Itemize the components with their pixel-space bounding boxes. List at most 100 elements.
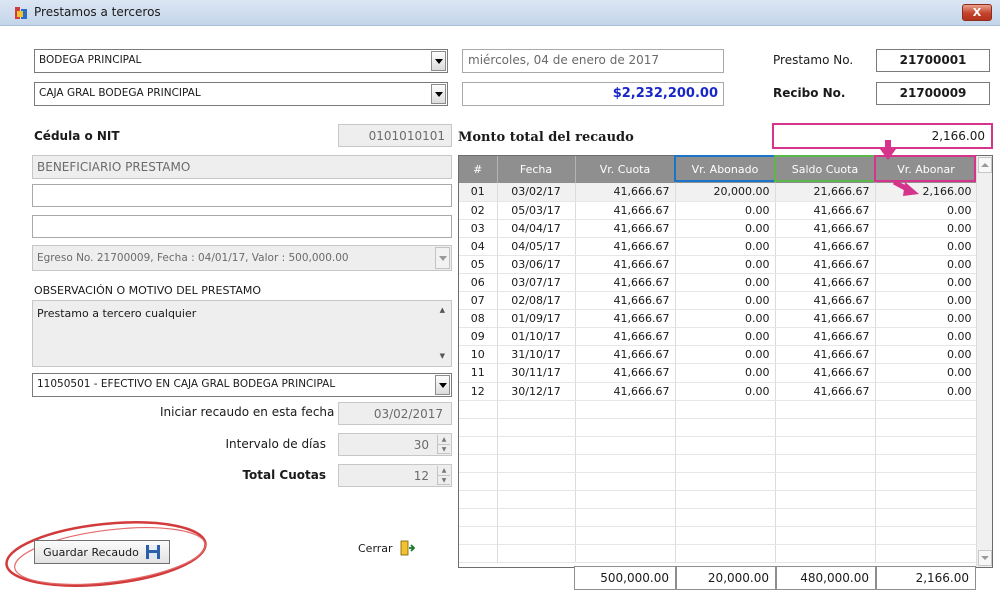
save-button[interactable]: Guardar Recaudo [34,540,170,564]
empty-cell [875,544,978,564]
table-cell: 03 [459,219,498,238]
table-cell[interactable]: 0.00 [875,201,978,220]
close-button[interactable]: Cerrar [358,540,415,556]
table-cell: 41,666.67 [775,201,876,220]
table-cell[interactable]: 0.00 [875,291,978,311]
empty-cell [775,544,876,564]
spin-arrows-icon[interactable]: ▲ ▼ [437,435,450,454]
column-header[interactable]: Vr. Cuota [575,156,676,183]
id-input[interactable]: 0101010101 [338,124,452,147]
interval-input[interactable]: 30 ▲ ▼ [338,433,452,456]
table-cell[interactable]: 0.00 [875,273,978,293]
table-row[interactable]: 06 03/07/17 41,666.67 0.00 41,666.67 0.00 [459,273,978,293]
start-date-input[interactable]: 03/02/2017 [338,402,452,425]
empty-row [459,454,978,474]
table-row[interactable]: 03 04/04/17 41,666.67 0.00 41,666.67 0.00 [459,219,978,238]
table-row[interactable]: 07 02/08/17 41,666.67 0.00 41,666.67 0.00 [459,291,978,311]
empty-cell [497,508,576,528]
table-cell: 41,666.67 [775,345,876,365]
egreso-value: Egreso No. 21700009, Fecha : 04/01/17, V… [37,252,349,264]
loan-number-label: Prestamo No. [773,53,854,67]
total-installments-input[interactable]: 12 ▲ ▼ [338,464,452,487]
id-label: Cédula o NIT [34,129,120,143]
table-cell: 04 [459,237,498,256]
chevron-down-icon[interactable] [431,51,446,71]
beneficiary-field[interactable]: BENEFICIARIO PRESTAMO [32,155,452,179]
chevron-down-icon[interactable] [435,247,450,269]
table-cell: 41,666.67 [775,255,876,274]
spin-arrows-icon[interactable]: ▲ ▼ [437,466,450,485]
chevron-down-icon[interactable] [431,84,446,104]
empty-cell [459,472,498,492]
scroll-up-icon[interactable] [978,157,992,173]
empty-row [459,418,978,437]
table-cell: 08 [459,309,498,329]
table-row[interactable]: 11 30/11/17 41,666.67 0.00 41,666.67 0.00 [459,363,978,383]
scroll-down-icon[interactable]: ▼ [440,352,445,360]
egreso-select[interactable]: Egreso No. 21700009, Fecha : 04/01/17, V… [32,245,452,271]
table-cell[interactable]: 2,166.00 [875,183,978,202]
table-cell: 02/08/17 [497,291,576,311]
table-row[interactable]: 05 03/06/17 41,666.67 0.00 41,666.67 0.00 [459,255,978,274]
grid-scrollbar[interactable] [976,156,992,567]
empty-cell [497,526,576,546]
empty-cell [575,544,676,564]
date-field[interactable]: miércoles, 04 de enero de 2017 [462,49,724,73]
scroll-up-icon[interactable]: ▲ [440,306,445,314]
table-cell: 41,666.67 [575,219,676,238]
extra-field-1[interactable] [32,184,452,207]
table-row[interactable]: 09 01/10/17 41,666.67 0.00 41,666.67 0.00 [459,327,978,347]
empty-cell [875,526,978,546]
empty-cell [875,472,978,492]
empty-cell [459,418,498,437]
table-cell[interactable]: 0.00 [875,309,978,329]
balance-display: $2,232,200.00 [462,82,724,106]
table-cell[interactable]: 0.00 [875,327,978,347]
table-row[interactable]: 08 01/09/17 41,666.67 0.00 41,666.67 0.00 [459,309,978,329]
table-cell[interactable]: 0.00 [875,363,978,383]
column-header[interactable]: # [459,156,498,183]
empty-cell [497,436,576,455]
empty-cell [775,400,876,419]
table-cell: 41,666.67 [775,219,876,238]
table-cell: 41,666.67 [575,382,676,401]
column-header[interactable]: Fecha [497,156,576,183]
observation-textarea[interactable]: Prestamo a tercero cualquier ▲ ▼ [32,300,452,367]
extra-field-2[interactable] [32,215,452,238]
table-cell: 41,666.67 [775,273,876,293]
account-select[interactable]: 11050501 - EFECTIVO EN CAJA GRAL BODEGA … [32,373,452,397]
table-cell: 0.00 [675,363,776,383]
cashbox-select[interactable]: CAJA GRAL BODEGA PRINCIPAL [34,82,448,106]
table-row[interactable]: 10 31/10/17 41,666.67 0.00 41,666.67 0.00 [459,345,978,365]
empty-row [459,490,978,510]
table-cell: 07 [459,291,498,311]
total-cuota: 500,000.00 [574,566,676,590]
close-button-label: Cerrar [358,541,393,555]
highlight-abonado-column [674,155,776,182]
empty-cell [775,526,876,546]
table-cell[interactable]: 0.00 [875,382,978,401]
table-cell[interactable]: 0.00 [875,345,978,365]
table-cell: 41,666.67 [775,382,876,401]
table-cell: 0.00 [675,273,776,293]
table-cell[interactable]: 0.00 [875,219,978,238]
empty-cell [675,436,776,455]
table-row[interactable]: 04 04/05/17 41,666.67 0.00 41,666.67 0.00 [459,237,978,256]
table-cell: 03/02/17 [497,183,576,202]
table-cell[interactable]: 0.00 [875,237,978,256]
table-cell: 31/10/17 [497,345,576,365]
empty-cell [575,508,676,528]
table-row[interactable]: 12 30/12/17 41,666.67 0.00 41,666.67 0.00 [459,382,978,401]
close-window-button[interactable]: X [962,4,992,21]
table-cell: 41,666.67 [575,327,676,347]
table-cell: 41,666.67 [575,309,676,329]
table-cell[interactable]: 0.00 [875,255,978,274]
table-cell: 0.00 [675,255,776,274]
scroll-down-icon[interactable] [978,550,992,566]
empty-cell [497,454,576,474]
table-cell: 30/12/17 [497,382,576,401]
table-row[interactable]: 02 05/03/17 41,666.67 0.00 41,666.67 0.00 [459,201,978,220]
table-cell: 41,666.67 [575,345,676,365]
chevron-down-icon[interactable] [435,375,450,395]
warehouse-select[interactable]: BODEGA PRINCIPAL [34,49,448,73]
